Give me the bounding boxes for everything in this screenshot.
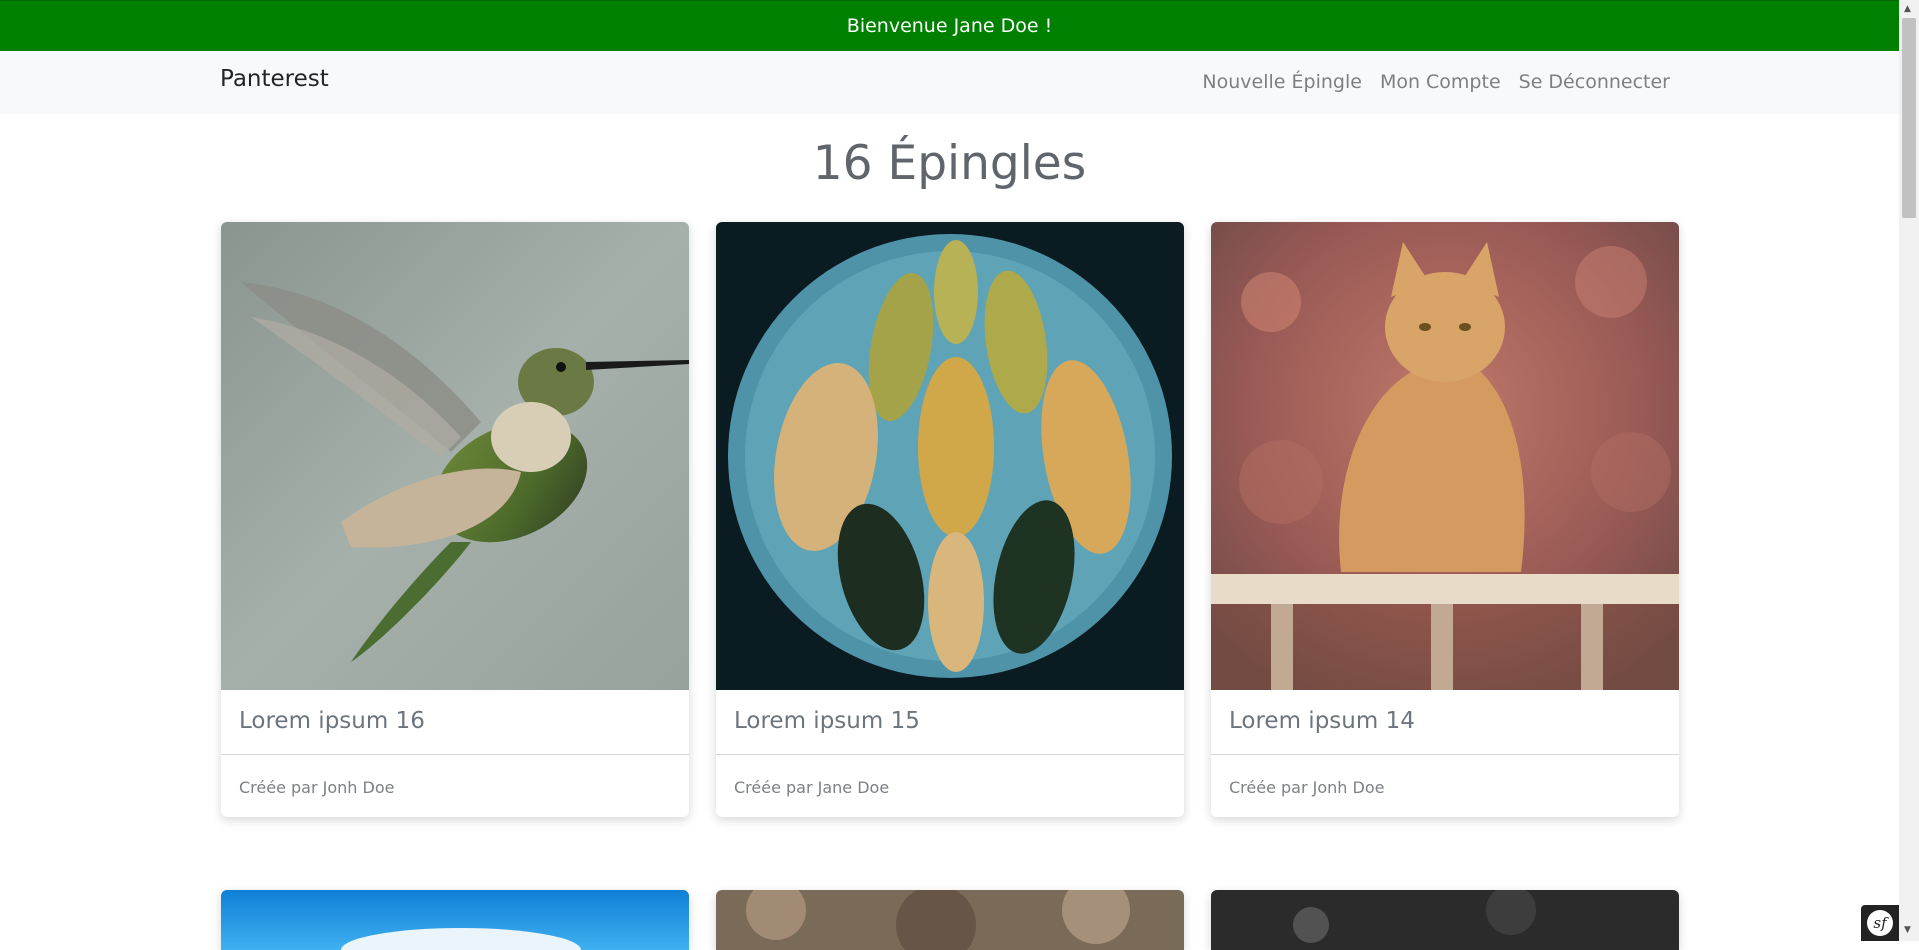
- trees-photo[interactable]: [716, 890, 1184, 950]
- symfony-icon: sf: [1867, 910, 1893, 936]
- pin-author: Créée par Jane Doe: [734, 778, 890, 797]
- pin-card[interactable]: [716, 890, 1184, 950]
- nav-link-my-account[interactable]: Mon Compte: [1380, 71, 1501, 93]
- navbar-links: Nouvelle Épingle Mon Compte Se Déconnect…: [1202, 71, 1670, 93]
- scroll-up-arrow[interactable]: ▲: [1904, 4, 1911, 14]
- navbar: Panterest Nouvelle Épingle Mon Compte Se…: [0, 51, 1899, 114]
- symfony-debug-toolbar-button[interactable]: sf: [1861, 905, 1899, 941]
- pin-card[interactable]: Lorem ipsum 14 Créée par Jonh Doe: [1211, 222, 1679, 817]
- orange-cat-photo[interactable]: [1211, 222, 1679, 690]
- dark-photo[interactable]: [1211, 890, 1679, 950]
- nav-link-logout[interactable]: Se Déconnecter: [1519, 71, 1670, 93]
- nav-link-new-pin[interactable]: Nouvelle Épingle: [1202, 71, 1362, 93]
- pin-author: Créée par Jonh Doe: [1229, 778, 1385, 797]
- pin-author: Créée par Jonh Doe: [239, 778, 395, 797]
- pin-card[interactable]: Lorem ipsum 15 Créée par Jane Doe: [716, 222, 1184, 817]
- pin-card[interactable]: [1211, 890, 1679, 950]
- scroll-down-arrow[interactable]: ▼: [1904, 925, 1911, 935]
- pin-footer: Créée par Jane Doe: [716, 754, 1184, 817]
- pin-title[interactable]: Lorem ipsum 15: [734, 708, 920, 734]
- pin-footer: Créée par Jonh Doe: [221, 754, 689, 817]
- leaves-on-plate-photo[interactable]: [716, 222, 1184, 690]
- pin-footer: Créée par Jonh Doe: [1211, 754, 1679, 817]
- page-title: 16 Épingles: [812, 136, 1087, 191]
- page-scrollbar[interactable]: ▲ ▼: [1899, 0, 1919, 941]
- pin-title[interactable]: Lorem ipsum 16: [239, 708, 425, 734]
- scrollbar-thumb[interactable]: [1902, 18, 1916, 218]
- pin-title[interactable]: Lorem ipsum 14: [1229, 708, 1415, 734]
- flash-message: Bienvenue Jane Doe !: [0, 0, 1899, 51]
- navbar-brand[interactable]: Panterest: [220, 66, 329, 92]
- pin-card[interactable]: Lorem ipsum 16 Créée par Jonh Doe: [221, 222, 689, 817]
- pin-card[interactable]: [221, 890, 689, 950]
- flash-message-text: Bienvenue Jane Doe !: [846, 15, 1053, 37]
- hummingbird-photo[interactable]: [221, 222, 689, 690]
- sky-photo[interactable]: [221, 890, 689, 950]
